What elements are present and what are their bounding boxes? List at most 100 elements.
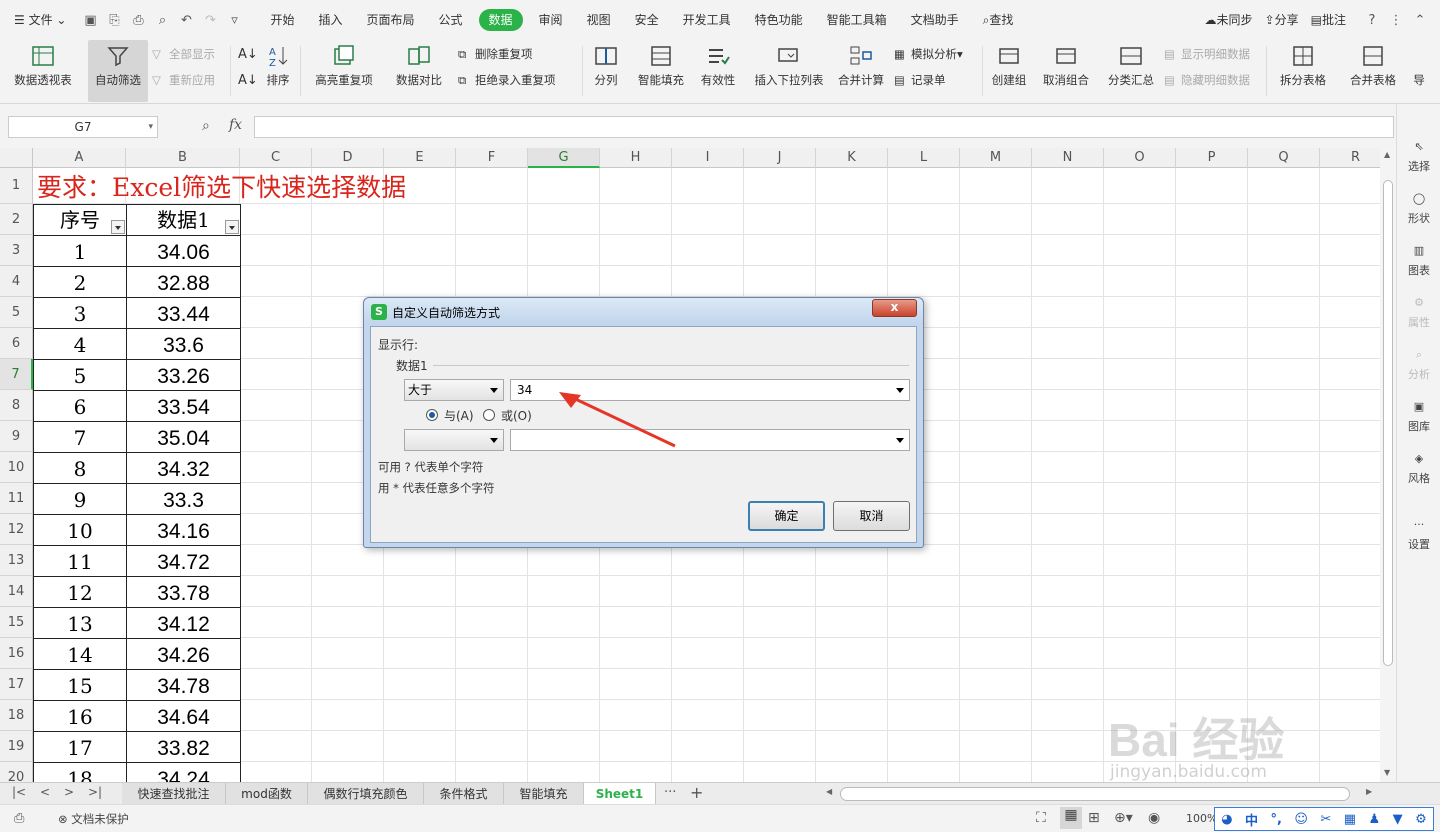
fx-button[interactable]: fx	[229, 117, 242, 133]
cell[interactable]	[1176, 204, 1248, 235]
column-header-i[interactable]: I	[672, 148, 744, 168]
tab-smart-toolbox[interactable]: 智能工具箱	[815, 9, 899, 31]
row-header-16[interactable]: 16	[0, 638, 33, 669]
print-preview-icon[interactable]: ⌕	[150, 13, 174, 28]
cell[interactable]	[960, 514, 1032, 545]
reading-mode-icon[interactable]: ⊕▾	[1114, 810, 1133, 826]
panel-analysis[interactable]: ⌕ 分析	[1397, 348, 1440, 382]
cell[interactable]	[384, 576, 456, 607]
cell[interactable]	[1248, 421, 1320, 452]
cell[interactable]	[600, 669, 672, 700]
column-header-r[interactable]: R	[1320, 148, 1380, 168]
cell[interactable]	[960, 669, 1032, 700]
condition2-operator-select[interactable]	[404, 429, 504, 451]
cell[interactable]	[1176, 514, 1248, 545]
import-button[interactable]: 导	[1410, 40, 1428, 102]
cell[interactable]	[1104, 700, 1176, 731]
cell[interactable]	[528, 762, 600, 782]
cell[interactable]	[528, 700, 600, 731]
cell[interactable]	[960, 359, 1032, 390]
cell[interactable]	[672, 576, 744, 607]
cell[interactable]	[888, 669, 960, 700]
cell[interactable]	[888, 762, 960, 782]
highlight-duplicates-button[interactable]: 高亮重复项	[306, 40, 382, 102]
save-icon[interactable]: ▣	[78, 13, 102, 28]
cell[interactable]	[1032, 483, 1104, 514]
cell[interactable]	[744, 762, 816, 782]
name-box[interactable]: G7 ▾	[8, 116, 158, 138]
cell[interactable]	[240, 483, 312, 514]
cell[interactable]	[888, 266, 960, 297]
row-header-17[interactable]: 17	[0, 669, 33, 700]
cell[interactable]	[528, 576, 600, 607]
data-value-cell[interactable]: 34.06	[126, 235, 241, 267]
cell[interactable]	[744, 700, 816, 731]
cell[interactable]	[1104, 266, 1176, 297]
tab-security[interactable]: 安全	[623, 9, 671, 31]
sort-asc-button[interactable]: A↓	[238, 44, 258, 64]
sheet-tab-conditional-format[interactable]: 条件格式	[424, 783, 504, 805]
cell[interactable]	[1032, 669, 1104, 700]
cell[interactable]	[240, 607, 312, 638]
cell[interactable]	[1176, 638, 1248, 669]
row-index-cell[interactable]: 4	[33, 328, 127, 360]
cell[interactable]	[240, 700, 312, 731]
cell[interactable]	[960, 328, 1032, 359]
cell[interactable]	[1032, 607, 1104, 638]
tab-view[interactable]: 视图	[575, 9, 623, 31]
horizontal-scrollbar[interactable]	[840, 787, 1350, 801]
cell[interactable]	[528, 266, 600, 297]
ungroup-button[interactable]: 取消组合	[1036, 40, 1096, 102]
row-index-cell[interactable]: 10	[33, 514, 127, 546]
cell[interactable]	[1032, 700, 1104, 731]
data-value-cell[interactable]: 33.78	[126, 576, 241, 608]
select-all-corner[interactable]	[0, 148, 33, 168]
row-index-cell[interactable]: 6	[33, 390, 127, 422]
filter-dropdown-button[interactable]	[111, 220, 125, 234]
cell[interactable]	[528, 731, 600, 762]
cell[interactable]	[960, 168, 1032, 204]
cell[interactable]	[600, 266, 672, 297]
column-header-h[interactable]: H	[600, 148, 672, 168]
show-all-button[interactable]: ▽ 全部显示	[152, 44, 215, 64]
row-index-cell[interactable]: 3	[33, 297, 127, 329]
cell[interactable]	[1248, 669, 1320, 700]
row-index-cell[interactable]: 14	[33, 638, 127, 670]
cell[interactable]	[888, 731, 960, 762]
row-header-5[interactable]: 5	[0, 297, 33, 328]
cell[interactable]	[600, 762, 672, 782]
cell[interactable]	[600, 204, 672, 235]
more-sheets-icon[interactable]: ···	[664, 785, 676, 800]
split-table-button[interactable]: 拆分表格	[1272, 40, 1334, 102]
cell[interactable]	[744, 266, 816, 297]
cell[interactable]	[1104, 576, 1176, 607]
row-header-8[interactable]: 8	[0, 390, 33, 421]
page-break-view-icon[interactable]: ⊞	[1088, 810, 1100, 826]
cell[interactable]	[1104, 421, 1176, 452]
row-index-cell[interactable]: 13	[33, 607, 127, 639]
tab-special[interactable]: 特色功能	[743, 9, 815, 31]
cell[interactable]	[528, 545, 600, 576]
share-button[interactable]: ⇪分享	[1259, 9, 1305, 31]
row-header-13[interactable]: 13	[0, 545, 33, 576]
data-value-cell[interactable]: 35.04	[126, 421, 241, 453]
cell[interactable]	[1320, 266, 1380, 297]
cell[interactable]	[456, 607, 528, 638]
and-radio-label[interactable]: 与(A)	[444, 407, 474, 424]
cell[interactable]	[1104, 762, 1176, 782]
row-index-cell[interactable]: 1	[33, 235, 127, 267]
cell[interactable]	[1320, 669, 1380, 700]
cell[interactable]	[960, 452, 1032, 483]
cell[interactable]	[1032, 762, 1104, 782]
cell[interactable]	[1032, 390, 1104, 421]
merge-table-button[interactable]: 合并表格	[1342, 40, 1404, 102]
cell[interactable]	[672, 545, 744, 576]
sync-button[interactable]: ☁未同步	[1199, 9, 1259, 31]
cell[interactable]	[384, 204, 456, 235]
cell[interactable]	[744, 669, 816, 700]
show-detail-button[interactable]: ▤ 显示明细数据	[1164, 44, 1250, 64]
cell[interactable]	[744, 731, 816, 762]
cell[interactable]	[672, 669, 744, 700]
data-compare-button[interactable]: 数据对比	[388, 40, 450, 102]
cell[interactable]	[1104, 168, 1176, 204]
